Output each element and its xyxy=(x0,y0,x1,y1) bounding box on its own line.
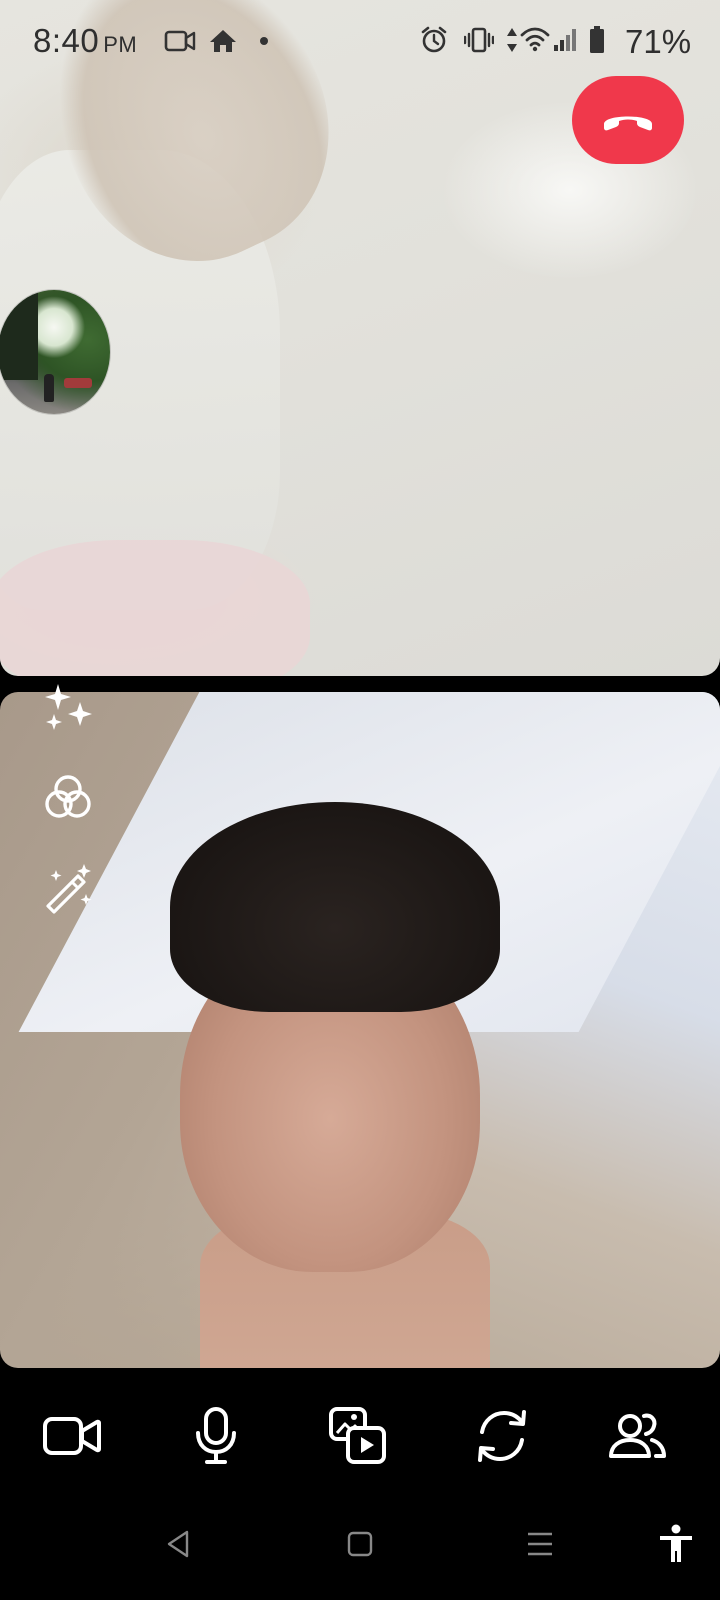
video-recording-icon xyxy=(164,28,196,56)
microphone-icon xyxy=(194,1407,238,1465)
microphone-toggle-button[interactable] xyxy=(184,1404,248,1468)
sparkles-button[interactable] xyxy=(40,680,96,736)
end-call-icon xyxy=(600,106,656,134)
home-icon xyxy=(209,28,237,56)
vibrate-icon xyxy=(464,27,494,55)
status-bar: 8:40 PM 71% xyxy=(0,0,720,84)
local-video-tile[interactable] xyxy=(0,692,720,1368)
end-call-button[interactable] xyxy=(572,76,684,164)
magic-wand-icon xyxy=(42,862,94,914)
filters-icon xyxy=(42,772,94,824)
flip-camera-button[interactable] xyxy=(470,1404,534,1468)
camera-icon xyxy=(42,1414,102,1458)
signal-icon xyxy=(553,28,577,56)
call-controls-bar xyxy=(0,1368,720,1488)
accessibility-button[interactable] xyxy=(648,1516,704,1572)
navigation-bar xyxy=(0,1488,720,1600)
self-view-figure xyxy=(44,374,54,402)
status-time: 8:40 PM xyxy=(33,22,137,60)
wifi-icon xyxy=(520,26,550,54)
share-media-button[interactable] xyxy=(326,1404,390,1468)
sparkles-icon xyxy=(42,682,94,734)
status-time-value: 8:40 xyxy=(33,22,100,59)
alarm-icon xyxy=(420,26,448,54)
back-icon xyxy=(163,1529,193,1559)
recents-button[interactable] xyxy=(512,1516,568,1572)
share-media-icon xyxy=(328,1406,388,1466)
accessibility-icon xyxy=(658,1524,694,1564)
flip-camera-icon xyxy=(474,1408,530,1464)
video-call-screen: 8:40 PM 71% xyxy=(0,0,720,1600)
home-nav-button[interactable] xyxy=(332,1516,388,1572)
remote-video-pink-area xyxy=(0,540,310,676)
participants-button[interactable] xyxy=(606,1404,670,1468)
status-time-ampm: PM xyxy=(103,32,138,57)
back-button[interactable] xyxy=(150,1516,206,1572)
battery-percentage: 71% xyxy=(625,23,692,60)
magic-wand-button[interactable] xyxy=(40,860,96,916)
camera-toggle-button[interactable] xyxy=(40,1404,104,1468)
self-view-bubble[interactable] xyxy=(0,290,110,414)
home-nav-icon xyxy=(346,1530,374,1558)
participants-icon xyxy=(608,1410,668,1462)
battery-icon xyxy=(588,25,606,53)
self-view-car xyxy=(64,378,92,388)
recents-icon xyxy=(525,1530,555,1558)
self-view-tree xyxy=(0,290,38,380)
local-video-hair xyxy=(170,802,500,1012)
data-arrows-icon xyxy=(506,27,518,55)
filters-button[interactable] xyxy=(40,770,96,826)
dot-icon xyxy=(259,36,269,64)
